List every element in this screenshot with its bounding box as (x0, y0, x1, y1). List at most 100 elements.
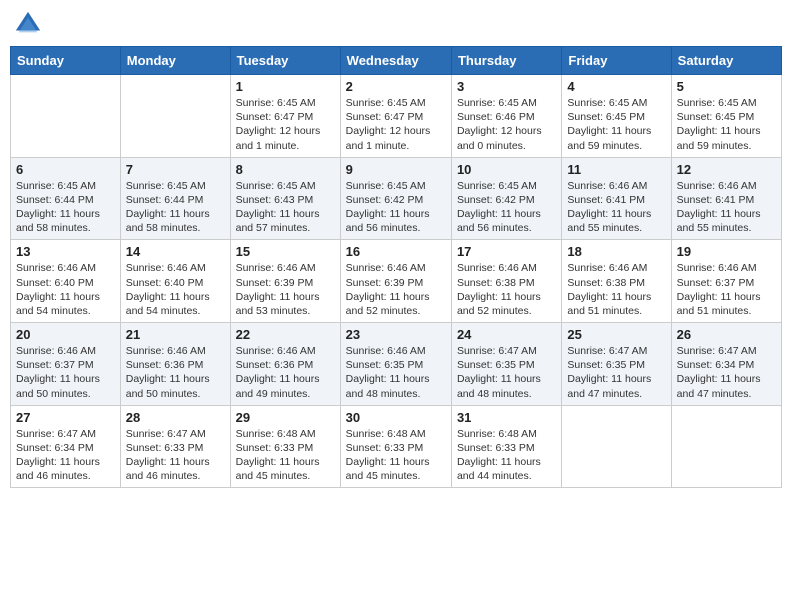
calendar-cell (671, 405, 781, 488)
calendar-cell: 13 Sunrise: 6:46 AM Sunset: 6:40 PM Dayli… (11, 240, 121, 323)
calendar-cell: 12 Sunrise: 6:46 AM Sunset: 6:41 PM Dayli… (671, 157, 781, 240)
calendar-cell: 27 Sunrise: 6:47 AM Sunset: 6:34 PM Dayli… (11, 405, 121, 488)
day-number: 25 (567, 327, 665, 342)
day-number: 17 (457, 244, 556, 259)
day-number: 21 (126, 327, 225, 342)
day-info: Sunrise: 6:48 AM Sunset: 6:33 PM Dayligh… (236, 427, 335, 484)
calendar-day-header: Wednesday (340, 47, 451, 75)
calendar-cell: 28Sunrise: 6:47 AM Sunset: 6:33 PM Dayli… (120, 405, 230, 488)
day-number: 14 (126, 244, 225, 259)
day-number: 8 (236, 162, 335, 177)
day-info: Sunrise: 6:46 AM Sunset: 6:38 PM Dayligh… (457, 261, 556, 318)
day-info: Sunrise: 6:47 AM Sunset: 6:35 PM Dayligh… (567, 344, 665, 401)
logo (14, 10, 46, 38)
calendar-cell: 16 Sunrise: 6:46 AM Sunset: 6:39 PM Dayli… (340, 240, 451, 323)
calendar-cell: 3 Sunrise: 6:45 AM Sunset: 6:46 PM Daylig… (451, 75, 561, 158)
day-number: 2 (346, 79, 446, 94)
calendar-day-header: Friday (562, 47, 671, 75)
calendar-cell: 18Sunrise: 6:46 AM Sunset: 6:38 PM Dayli… (562, 240, 671, 323)
day-info: Sunrise: 6:46 AM Sunset: 6:36 PM Dayligh… (236, 344, 335, 401)
day-info: Sunrise: 6:45 AM Sunset: 6:46 PM Dayligh… (457, 96, 556, 153)
calendar-cell: 7 Sunrise: 6:45 AM Sunset: 6:44 PM Daylig… (120, 157, 230, 240)
day-number: 23 (346, 327, 446, 342)
day-number: 4 (567, 79, 665, 94)
day-info: Sunrise: 6:46 AM Sunset: 6:39 PM Dayligh… (346, 261, 446, 318)
day-number: 20 (16, 327, 115, 342)
day-number: 29 (236, 410, 335, 425)
day-info: Sunrise: 6:45 AM Sunset: 6:42 PM Dayligh… (457, 179, 556, 236)
day-info: Sunrise: 6:45 AM Sunset: 6:47 PM Dayligh… (236, 96, 335, 153)
calendar-cell: 15Sunrise: 6:46 AM Sunset: 6:39 PM Dayli… (230, 240, 340, 323)
day-number: 19 (677, 244, 776, 259)
calendar-cell: 26 Sunrise: 6:47 AM Sunset: 6:34 PM Dayli… (671, 323, 781, 406)
calendar-week-row: 6Sunrise: 6:45 AM Sunset: 6:44 PM Daylig… (11, 157, 782, 240)
day-info: Sunrise: 6:45 AM Sunset: 6:44 PM Dayligh… (16, 179, 115, 236)
day-info: Sunrise: 6:46 AM Sunset: 6:41 PM Dayligh… (567, 179, 665, 236)
day-number: 31 (457, 410, 556, 425)
day-number: 16 (346, 244, 446, 259)
calendar-cell (562, 405, 671, 488)
day-info: Sunrise: 6:46 AM Sunset: 6:40 PM Dayligh… (126, 261, 225, 318)
day-number: 27 (16, 410, 115, 425)
calendar-cell: 25 Sunrise: 6:47 AM Sunset: 6:35 PM Dayli… (562, 323, 671, 406)
day-number: 9 (346, 162, 446, 177)
day-number: 24 (457, 327, 556, 342)
day-info: Sunrise: 6:48 AM Sunset: 6:33 PM Dayligh… (346, 427, 446, 484)
calendar-cell: 14 Sunrise: 6:46 AM Sunset: 6:40 PM Dayli… (120, 240, 230, 323)
day-number: 1 (236, 79, 335, 94)
calendar-cell: 19 Sunrise: 6:46 AM Sunset: 6:37 PM Dayli… (671, 240, 781, 323)
day-info: Sunrise: 6:46 AM Sunset: 6:38 PM Dayligh… (567, 261, 665, 318)
day-info: Sunrise: 6:47 AM Sunset: 6:34 PM Dayligh… (16, 427, 115, 484)
day-info: Sunrise: 6:46 AM Sunset: 6:41 PM Dayligh… (677, 179, 776, 236)
calendar-cell: 8 Sunrise: 6:45 AM Sunset: 6:43 PM Daylig… (230, 157, 340, 240)
calendar-table: SundayMondayTuesdayWednesdayThursdayFrid… (10, 46, 782, 488)
day-number: 13 (16, 244, 115, 259)
day-info: Sunrise: 6:46 AM Sunset: 6:37 PM Dayligh… (16, 344, 115, 401)
day-number: 28 (126, 410, 225, 425)
calendar-cell: 1 Sunrise: 6:45 AM Sunset: 6:47 PM Daylig… (230, 75, 340, 158)
calendar-day-header: Tuesday (230, 47, 340, 75)
calendar-cell: 29 Sunrise: 6:48 AM Sunset: 6:33 PM Dayli… (230, 405, 340, 488)
calendar-week-row: 27 Sunrise: 6:47 AM Sunset: 6:34 PM Dayli… (11, 405, 782, 488)
day-info: Sunrise: 6:45 AM Sunset: 6:45 PM Dayligh… (677, 96, 776, 153)
day-info: Sunrise: 6:47 AM Sunset: 6:34 PM Dayligh… (677, 344, 776, 401)
calendar-cell: 5 Sunrise: 6:45 AM Sunset: 6:45 PM Daylig… (671, 75, 781, 158)
day-info: Sunrise: 6:46 AM Sunset: 6:35 PM Dayligh… (346, 344, 446, 401)
logo-icon (14, 10, 42, 38)
calendar-cell: 24 Sunrise: 6:47 AM Sunset: 6:35 PM Dayli… (451, 323, 561, 406)
calendar-week-row: 13 Sunrise: 6:46 AM Sunset: 6:40 PM Dayli… (11, 240, 782, 323)
day-info: Sunrise: 6:45 AM Sunset: 6:43 PM Dayligh… (236, 179, 335, 236)
day-number: 5 (677, 79, 776, 94)
calendar-cell: 21 Sunrise: 6:46 AM Sunset: 6:36 PM Dayli… (120, 323, 230, 406)
day-info: Sunrise: 6:47 AM Sunset: 6:35 PM Dayligh… (457, 344, 556, 401)
calendar-day-header: Saturday (671, 47, 781, 75)
day-number: 30 (346, 410, 446, 425)
day-number: 11 (567, 162, 665, 177)
calendar-day-header: Thursday (451, 47, 561, 75)
day-info: Sunrise: 6:45 AM Sunset: 6:42 PM Dayligh… (346, 179, 446, 236)
calendar-cell: 17 Sunrise: 6:46 AM Sunset: 6:38 PM Dayli… (451, 240, 561, 323)
day-number: 10 (457, 162, 556, 177)
calendar-week-row: 1 Sunrise: 6:45 AM Sunset: 6:47 PM Daylig… (11, 75, 782, 158)
calendar-header-row: SundayMondayTuesdayWednesdayThursdayFrid… (11, 47, 782, 75)
day-number: 26 (677, 327, 776, 342)
calendar-cell: 6Sunrise: 6:45 AM Sunset: 6:44 PM Daylig… (11, 157, 121, 240)
day-info: Sunrise: 6:46 AM Sunset: 6:36 PM Dayligh… (126, 344, 225, 401)
day-info: Sunrise: 6:45 AM Sunset: 6:45 PM Dayligh… (567, 96, 665, 153)
day-number: 12 (677, 162, 776, 177)
day-info: Sunrise: 6:46 AM Sunset: 6:40 PM Dayligh… (16, 261, 115, 318)
calendar-cell: 11 Sunrise: 6:46 AM Sunset: 6:41 PM Dayli… (562, 157, 671, 240)
day-info: Sunrise: 6:45 AM Sunset: 6:44 PM Dayligh… (126, 179, 225, 236)
calendar-week-row: 20 Sunrise: 6:46 AM Sunset: 6:37 PM Dayli… (11, 323, 782, 406)
day-info: Sunrise: 6:45 AM Sunset: 6:47 PM Dayligh… (346, 96, 446, 153)
day-info: Sunrise: 6:46 AM Sunset: 6:37 PM Dayligh… (677, 261, 776, 318)
calendar-cell: 10 Sunrise: 6:45 AM Sunset: 6:42 PM Dayli… (451, 157, 561, 240)
day-info: Sunrise: 6:46 AM Sunset: 6:39 PM Dayligh… (236, 261, 335, 318)
calendar-cell: 23 Sunrise: 6:46 AM Sunset: 6:35 PM Dayli… (340, 323, 451, 406)
calendar-cell: 4 Sunrise: 6:45 AM Sunset: 6:45 PM Daylig… (562, 75, 671, 158)
day-number: 3 (457, 79, 556, 94)
page-header (10, 10, 782, 38)
calendar-cell: 20 Sunrise: 6:46 AM Sunset: 6:37 PM Dayli… (11, 323, 121, 406)
day-number: 7 (126, 162, 225, 177)
day-info: Sunrise: 6:48 AM Sunset: 6:33 PM Dayligh… (457, 427, 556, 484)
